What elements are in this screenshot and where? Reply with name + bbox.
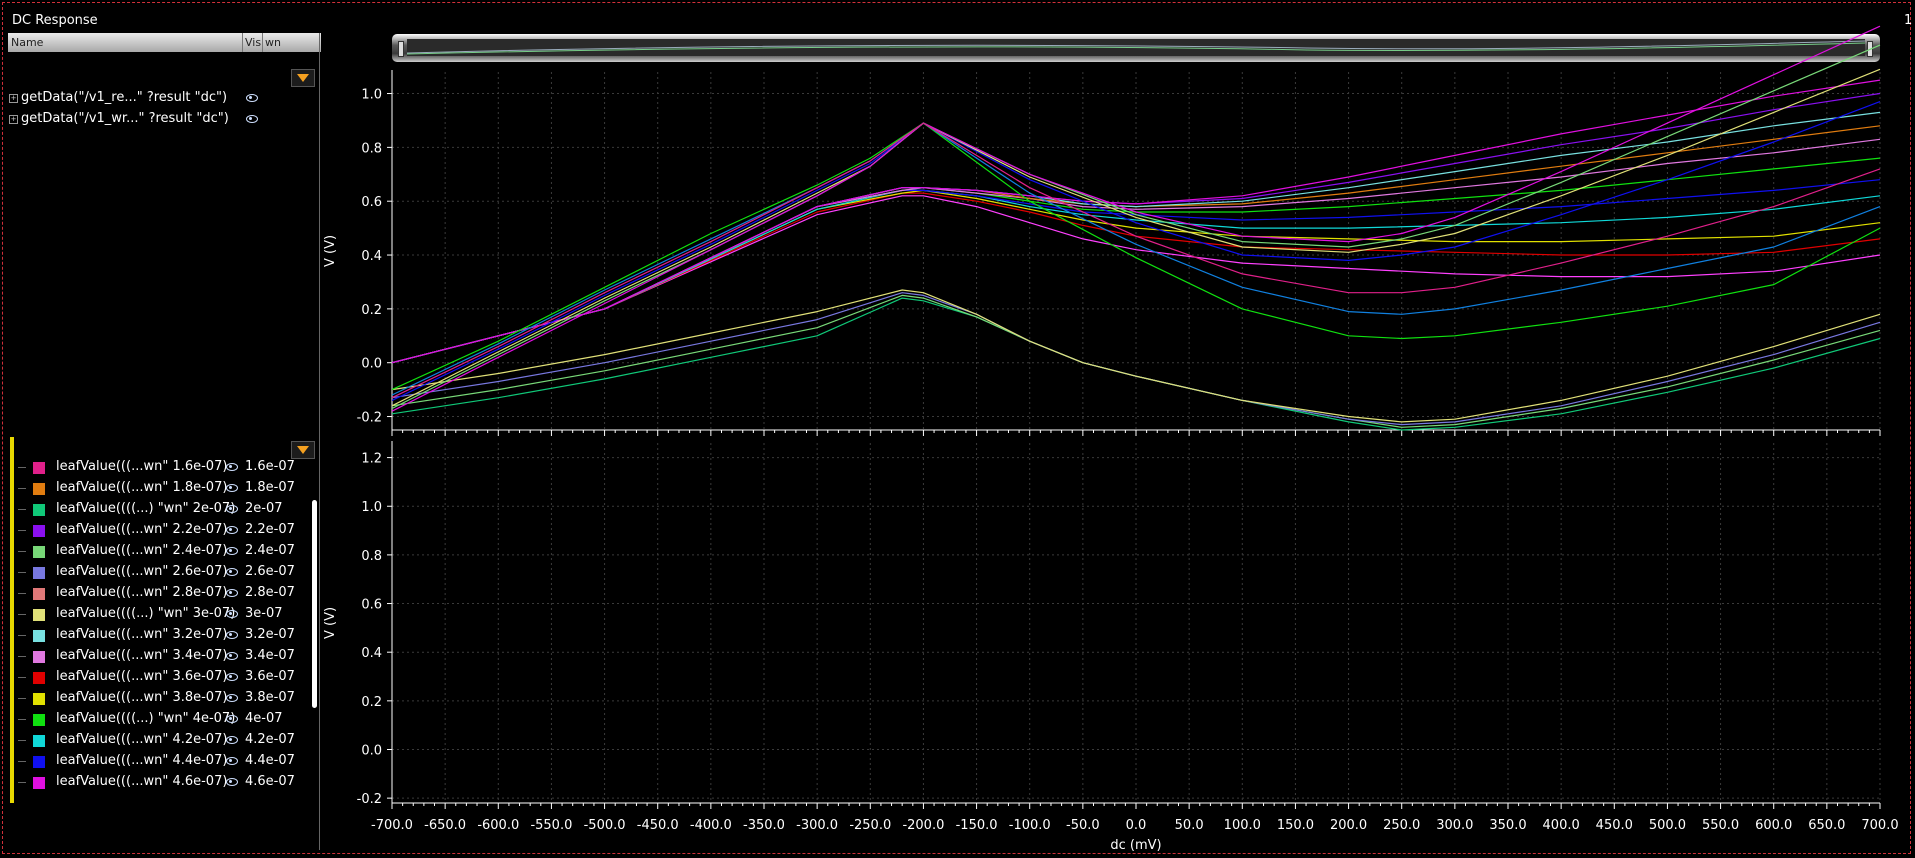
y-tick-label: 0.4 [361, 646, 382, 661]
x-tick-label: 650.0 [1808, 818, 1845, 833]
x-tick-label: 200.0 [1330, 818, 1367, 833]
x-tick-label: -450.0 [637, 818, 679, 833]
x-tick-label: 700.0 [1861, 818, 1898, 833]
x-tick-label: 100.0 [1224, 818, 1261, 833]
x-tick-label: 300.0 [1436, 818, 1473, 833]
x-tick-label: 350.0 [1489, 818, 1526, 833]
x-tick-label: -300.0 [796, 818, 838, 833]
x-tick-label: -100.0 [1009, 818, 1051, 833]
x-tick-label: -150.0 [956, 818, 998, 833]
y-tick-label: 1.0 [361, 500, 382, 515]
x-tick-label: -350.0 [743, 818, 785, 833]
x-tick-label: 550.0 [1702, 818, 1739, 833]
charts-svg: -0.2 0.0 0.2 0.4 0.6 0.8 1.0 V (V) -0.2 0.0 0.2 0.4… [323, 25, 1899, 853]
x-tick-label: -50.0 [1066, 818, 1100, 833]
x-tick-label: 250.0 [1383, 818, 1420, 833]
x-tick-label: 400.0 [1543, 818, 1580, 833]
x-tick-label: 50.0 [1175, 818, 1204, 833]
y-tick-label: 0.8 [361, 549, 382, 564]
y-tick-label: 0.4 [361, 249, 382, 264]
y-tick-label: 0.8 [361, 141, 382, 156]
y-tick-label: 1.2 [361, 452, 382, 467]
x-tick-label: -550.0 [530, 818, 572, 833]
y-tick-label: 1.0 [361, 88, 382, 103]
y-tick-label: 0.2 [361, 695, 382, 710]
x-tick-label: -200.0 [902, 818, 944, 833]
y-tick-label: 0.0 [361, 743, 382, 758]
y-axis-label: V (V) [323, 235, 338, 267]
x-tick-label: -700.0 [371, 818, 413, 833]
x-tick-label: 150.0 [1277, 818, 1314, 833]
x-tick-label: -600.0 [477, 818, 519, 833]
y-tick-label: -0.2 [357, 411, 382, 426]
y-tick-label: 0.6 [361, 195, 382, 210]
x-tick-label: -400.0 [690, 818, 732, 833]
x-tick-label: -250.0 [849, 818, 891, 833]
series-line [391, 101, 1881, 401]
x-tick-label: -500.0 [584, 818, 626, 833]
y-tick-label: 0.6 [361, 598, 382, 613]
y-axis-label: V (V) [323, 607, 338, 639]
x-tick-label: 0.0 [1126, 818, 1147, 833]
y-tick-label: 0.0 [361, 357, 382, 372]
x-tick-label: -650.0 [424, 818, 466, 833]
y-tick-label: -0.2 [357, 792, 382, 807]
x-tick-label: 600.0 [1755, 818, 1792, 833]
x-tick-label: 500.0 [1649, 818, 1686, 833]
x-axis-label: dc (mV) [1110, 838, 1161, 853]
y-tick-label: 0.2 [361, 303, 382, 318]
x-tick-label: 450.0 [1596, 818, 1633, 833]
